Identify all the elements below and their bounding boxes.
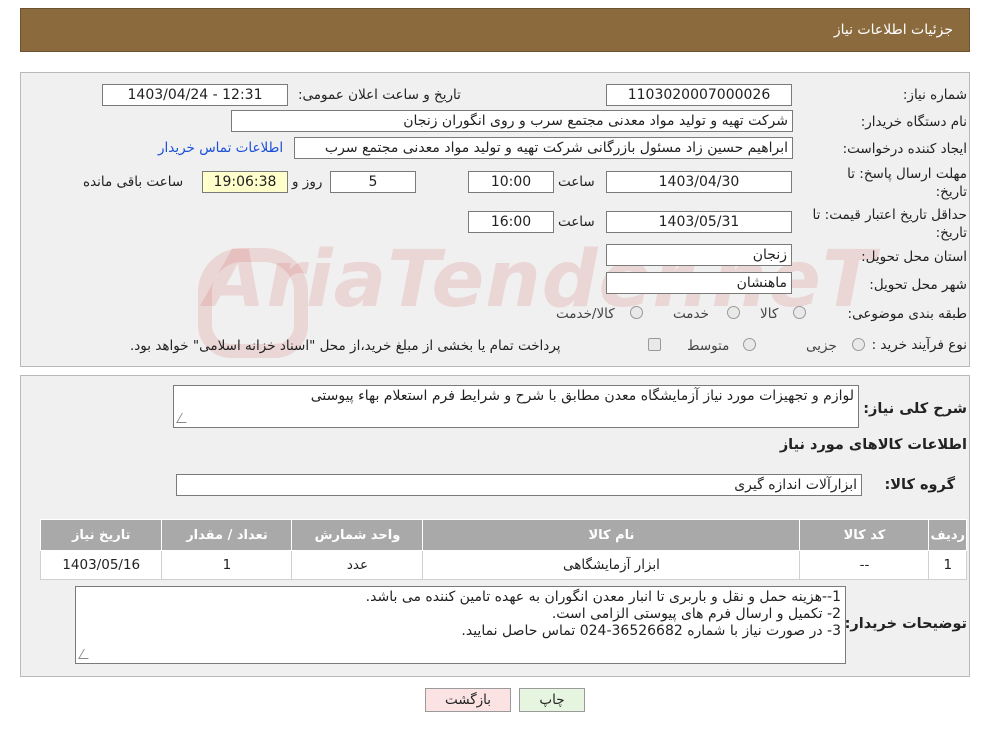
- buyer-field: شرکت تهیه و تولید مواد معدنی مجتمع سرب و…: [231, 110, 793, 132]
- buyer-note-line: 2- تکمیل و ارسال فرم های پیوستی الزامی ا…: [551, 606, 841, 622]
- province-label: استان محل تحویل:: [861, 249, 967, 265]
- category-radio-service[interactable]: [727, 306, 740, 319]
- resize-grip-icon[interactable]: [176, 413, 192, 423]
- province-field: زنجان: [606, 244, 792, 266]
- creator-label: ایجاد کننده درخواست:: [842, 141, 967, 157]
- deadline-time-field: 10:00: [468, 171, 554, 193]
- deadline-time-label: ساعت: [558, 174, 595, 190]
- category-option-goods-service: کالا/خدمت: [556, 306, 615, 322]
- days-field: 5: [330, 171, 416, 193]
- deadline-date-field: 1403/04/30: [606, 171, 792, 193]
- category-radio-goods-service[interactable]: [630, 306, 643, 319]
- goods-group-field: ابزارآلات اندازه گیری: [176, 474, 862, 496]
- summary-label: شرح کلی نیاز:: [863, 401, 967, 417]
- buyer-notes-textarea[interactable]: 1--هزینه حمل و نقل و باربری تا انبار معد…: [75, 586, 846, 664]
- category-radio-goods[interactable]: [793, 306, 806, 319]
- print-button[interactable]: چاپ: [519, 688, 585, 712]
- cell-unit: عدد: [291, 550, 424, 580]
- creator-field: ابراهیم حسین زاد مسئول بازرگانی شرکت تهی…: [294, 137, 793, 159]
- validity-date-field: 1403/05/31: [606, 211, 792, 233]
- cell-row: 1: [928, 550, 967, 580]
- validity-label: حداقل تاریخ اعتبار قیمت: تا تاریخ:: [813, 206, 967, 242]
- process-label: نوع فرآیند خرید :: [871, 337, 967, 353]
- goods-table: ردیف کد کالا نام کالا واحد شمارش تعداد /…: [39, 519, 967, 580]
- deadline-label-line2: تاریخ:: [935, 184, 967, 200]
- goods-table-header: ردیف کد کالا نام کالا واحد شمارش تعداد /…: [39, 519, 967, 551]
- cell-date: 1403/05/16: [39, 550, 163, 580]
- remaining-label: ساعت باقی مانده: [83, 174, 184, 190]
- process-note: پرداخت تمام یا بخشی از مبلغ خرید،از محل …: [130, 338, 561, 354]
- deadline-label: مهلت ارسال پاسخ: تا تاریخ:: [847, 165, 967, 201]
- buyer-note-line: 1--هزینه حمل و نقل و باربری تا انبار معد…: [365, 589, 841, 605]
- col-unit: واحد شمارش: [291, 519, 424, 551]
- col-date: تاریخ نیاز: [39, 519, 163, 551]
- need-number-label: شماره نیاز:: [902, 87, 967, 103]
- col-qty: تعداد / مقدار: [161, 519, 293, 551]
- validity-label-line2: تاریخ:: [935, 225, 967, 241]
- back-button[interactable]: بازگشت: [425, 688, 511, 712]
- process-radio-medium[interactable]: [743, 338, 756, 351]
- buyer-label: نام دستگاه خریدار:: [860, 114, 967, 130]
- cell-qty: 1: [161, 550, 293, 580]
- deadline-label-line1: مهلت ارسال پاسخ: تا: [847, 166, 967, 182]
- validity-time-field: 16:00: [468, 211, 554, 233]
- buyer-note-line: 3- در صورت نیاز با شماره 36526682-024 تم…: [461, 623, 841, 639]
- page-header: جزئیات اطلاعات نیاز: [20, 8, 970, 52]
- city-label: شهر محل تحویل:: [869, 277, 967, 293]
- resize-grip-icon[interactable]: [78, 649, 94, 659]
- process-radio-minor[interactable]: [852, 338, 865, 351]
- city-field: ماهنشان: [606, 272, 792, 294]
- cell-name: ابزار آزمایشگاهی: [422, 550, 801, 580]
- validity-time-label: ساعت: [558, 214, 595, 230]
- summary-textarea[interactable]: لوازم و تجهیزات مورد نیاز آزمایشگاه معدن…: [173, 385, 859, 428]
- table-row: 1 -- ابزار آزمایشگاهی عدد 1 1403/05/16: [39, 550, 967, 580]
- remaining-time-field: 19:06:38: [202, 171, 288, 193]
- process-option-medium: متوسط: [687, 338, 730, 354]
- col-row: ردیف: [928, 519, 967, 551]
- category-label: طبقه بندی موضوعی:: [847, 306, 967, 322]
- announce-field: 1403/04/24 - 12:31: [102, 84, 288, 106]
- goods-info-title: اطلاعات کالاهای مورد نیاز: [779, 437, 967, 453]
- buyer-contact-link[interactable]: اطلاعات تماس خریدار: [158, 140, 283, 156]
- days-label: روز و: [292, 174, 323, 190]
- process-option-minor: جزیی: [806, 338, 837, 354]
- summary-text: لوازم و تجهیزات مورد نیاز آزمایشگاه معدن…: [310, 388, 854, 404]
- process-checkbox-treasury[interactable]: [648, 338, 661, 351]
- col-code: کد کالا: [799, 519, 930, 551]
- validity-label-line1: حداقل تاریخ اعتبار قیمت: تا: [812, 207, 967, 223]
- category-option-service: خدمت: [673, 306, 709, 322]
- buyer-notes-label: توضیحات خریدار:: [844, 616, 967, 632]
- category-option-goods: کالا: [760, 306, 779, 322]
- page-title: جزئیات اطلاعات نیاز: [833, 22, 953, 38]
- cell-code: --: [799, 550, 930, 580]
- announce-label: تاریخ و ساعت اعلان عمومی:: [298, 87, 461, 103]
- col-name: نام کالا: [422, 519, 801, 551]
- goods-group-label: گروه کالا:: [884, 477, 955, 493]
- need-number-field: 1103020007000026: [606, 84, 792, 106]
